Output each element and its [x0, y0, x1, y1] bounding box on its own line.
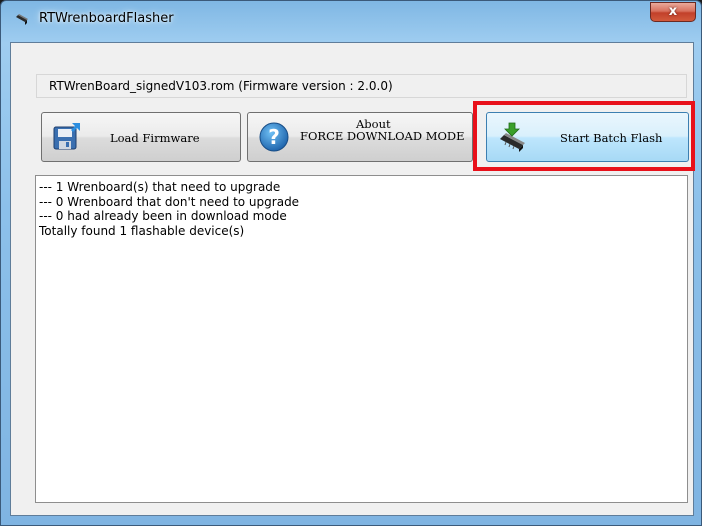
- close-icon: x: [668, 4, 678, 19]
- app-window: RTWrenboardFlasher x RTWrenBoard_signedV…: [0, 0, 702, 526]
- window-title: RTWrenboardFlasher: [39, 11, 174, 26]
- firmware-info-label: RTWrenBoard_signedV103.rom (Firmware ver…: [36, 74, 687, 98]
- client-area: RTWrenBoard_signedV103.rom (Firmware ver…: [10, 42, 694, 516]
- title-bar[interactable]: RTWrenboardFlasher x: [1, 1, 701, 41]
- help-icon: ?: [258, 121, 290, 156]
- flash-chip-icon: [497, 121, 533, 158]
- start-batch-flash-button[interactable]: Start Batch Flash: [486, 112, 689, 162]
- start-batch-flash-label: Start Batch Flash: [560, 131, 663, 145]
- log-line: --- 0 had already been in download mode: [39, 209, 287, 223]
- force-download-mode-label: FORCE DOWNLOAD MODE: [300, 129, 465, 143]
- chip-icon: [15, 12, 35, 28]
- log-line: --- 0 Wrenboard that don't need to upgra…: [39, 194, 300, 209]
- log-output[interactable]: --- 1 Wrenboard(s) that need to upgrade …: [35, 175, 688, 503]
- close-button[interactable]: x: [650, 2, 696, 22]
- svg-text:?: ?: [268, 125, 280, 149]
- floppy-disk-icon: [52, 121, 84, 156]
- load-firmware-button[interactable]: Load Firmware: [41, 112, 241, 162]
- log-line: Totally found 1 flashable device(s): [39, 223, 245, 238]
- about-force-download-button[interactable]: ? About FORCE DOWNLOAD MODE: [247, 112, 473, 162]
- load-firmware-label: Load Firmware: [110, 131, 200, 145]
- log-line: --- 1 Wrenboard(s) that need to upgrade: [39, 180, 281, 194]
